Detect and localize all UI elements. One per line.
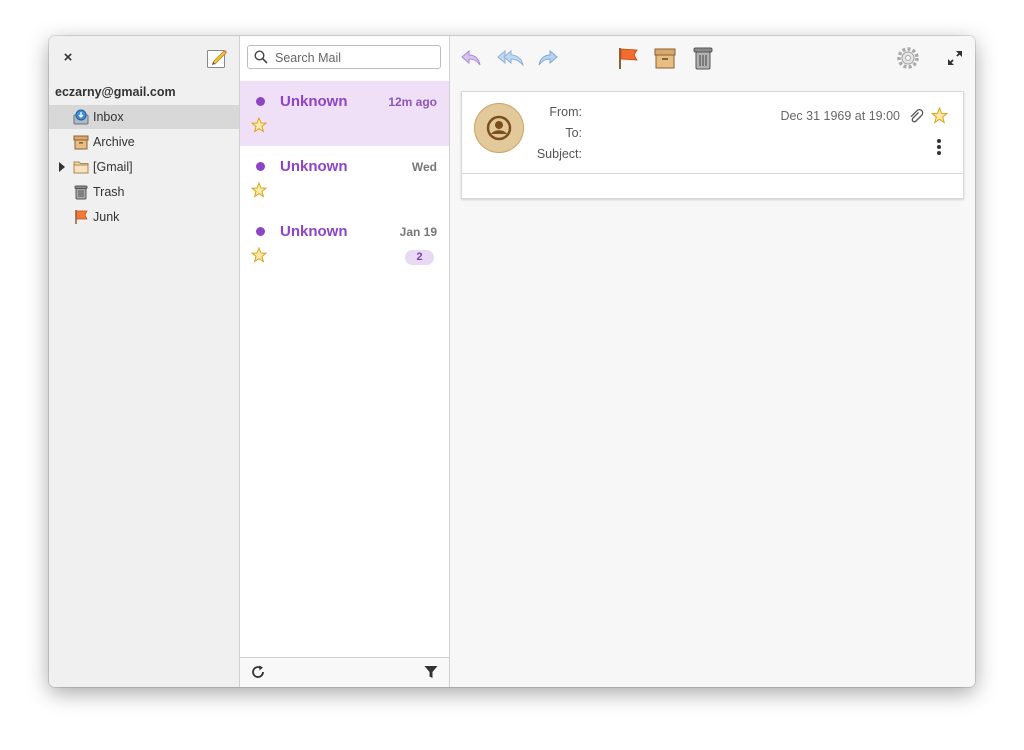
archive-icon[interactable] <box>653 46 677 70</box>
junk-flag-icon <box>75 210 88 224</box>
to-label: To: <box>565 126 582 140</box>
trash-icon[interactable] <box>691 46 715 70</box>
search-input[interactable] <box>273 48 437 68</box>
message-sender: Unknown <box>280 93 348 110</box>
account-label: eczarny@gmail.com <box>55 85 176 99</box>
message-list: Unknown 12m ago Unknown Wed Unknown Jan … <box>240 36 450 687</box>
folder-icon <box>73 161 89 174</box>
message-list-footer <box>240 657 449 687</box>
unread-dot <box>256 97 265 106</box>
fullscreen-icon[interactable] <box>947 50 963 66</box>
sidebar-item-junk[interactable]: Junk <box>49 205 239 229</box>
inbox-icon <box>73 109 89 125</box>
header-divider <box>462 173 963 174</box>
compose-icon <box>207 50 227 68</box>
sidebar-item-label: Inbox <box>93 110 124 124</box>
reading-pane: From: To: Subject: Dec 31 1969 at 19:00 <box>450 36 975 687</box>
search-field[interactable] <box>247 45 441 69</box>
message-date: Wed <box>411 160 437 174</box>
mail-window: × eczarny@gmail.com Inbox Archive [Gmail… <box>49 36 975 687</box>
sidebar-item-label: Trash <box>93 185 125 199</box>
message-header-card: From: To: Subject: Dec 31 1969 at 19:00 <box>461 91 964 199</box>
message-row[interactable]: Unknown Jan 19 2 <box>240 211 449 276</box>
message-date: 12m ago <box>388 95 437 109</box>
star-icon[interactable] <box>251 182 267 198</box>
gear-icon[interactable] <box>896 46 920 70</box>
star-icon[interactable] <box>251 117 267 133</box>
star-icon[interactable] <box>931 107 948 124</box>
filter-icon[interactable] <box>424 665 438 679</box>
message-sender: Unknown <box>280 223 348 240</box>
forward-icon[interactable] <box>536 46 560 70</box>
thread-count-badge: 2 <box>405 250 434 265</box>
from-label: From: <box>549 105 582 119</box>
reply-all-icon[interactable] <box>497 46 525 70</box>
subject-label: Subject: <box>536 147 582 161</box>
sidebar-item-archive[interactable]: Archive <box>49 130 239 154</box>
reply-icon[interactable] <box>459 46 483 70</box>
sidebar-item-inbox[interactable]: Inbox <box>49 105 239 129</box>
close-button[interactable]: × <box>59 49 77 67</box>
sidebar-item-label: Archive <box>93 135 135 149</box>
star-icon[interactable] <box>251 247 267 263</box>
archive-icon <box>73 135 89 150</box>
sidebar-item-gmail[interactable]: [Gmail] <box>49 155 239 179</box>
attachment-icon <box>910 108 924 123</box>
unread-dot <box>256 162 265 171</box>
sidebar-item-label: [Gmail] <box>93 160 133 174</box>
message-sender: Unknown <box>280 158 348 175</box>
more-options-icon[interactable] <box>933 137 945 157</box>
compose-button[interactable] <box>206 47 228 69</box>
trash-icon <box>74 185 88 200</box>
sidebar-item-trash[interactable]: Trash <box>49 180 239 204</box>
sidebar-item-label: Junk <box>93 210 120 224</box>
search-icon <box>254 50 268 64</box>
refresh-icon[interactable] <box>250 664 266 680</box>
message-date: Jan 19 <box>399 225 437 239</box>
message-date: Dec 31 1969 at 19:00 <box>780 109 900 123</box>
message-row[interactable]: Unknown Wed <box>240 146 449 211</box>
sidebar: × eczarny@gmail.com Inbox Archive [Gmail… <box>49 36 240 687</box>
message-row[interactable]: Unknown 12m ago <box>240 81 449 146</box>
expander-arrow-icon[interactable] <box>59 162 65 172</box>
unread-dot <box>256 227 265 236</box>
flag-icon[interactable] <box>616 46 640 70</box>
